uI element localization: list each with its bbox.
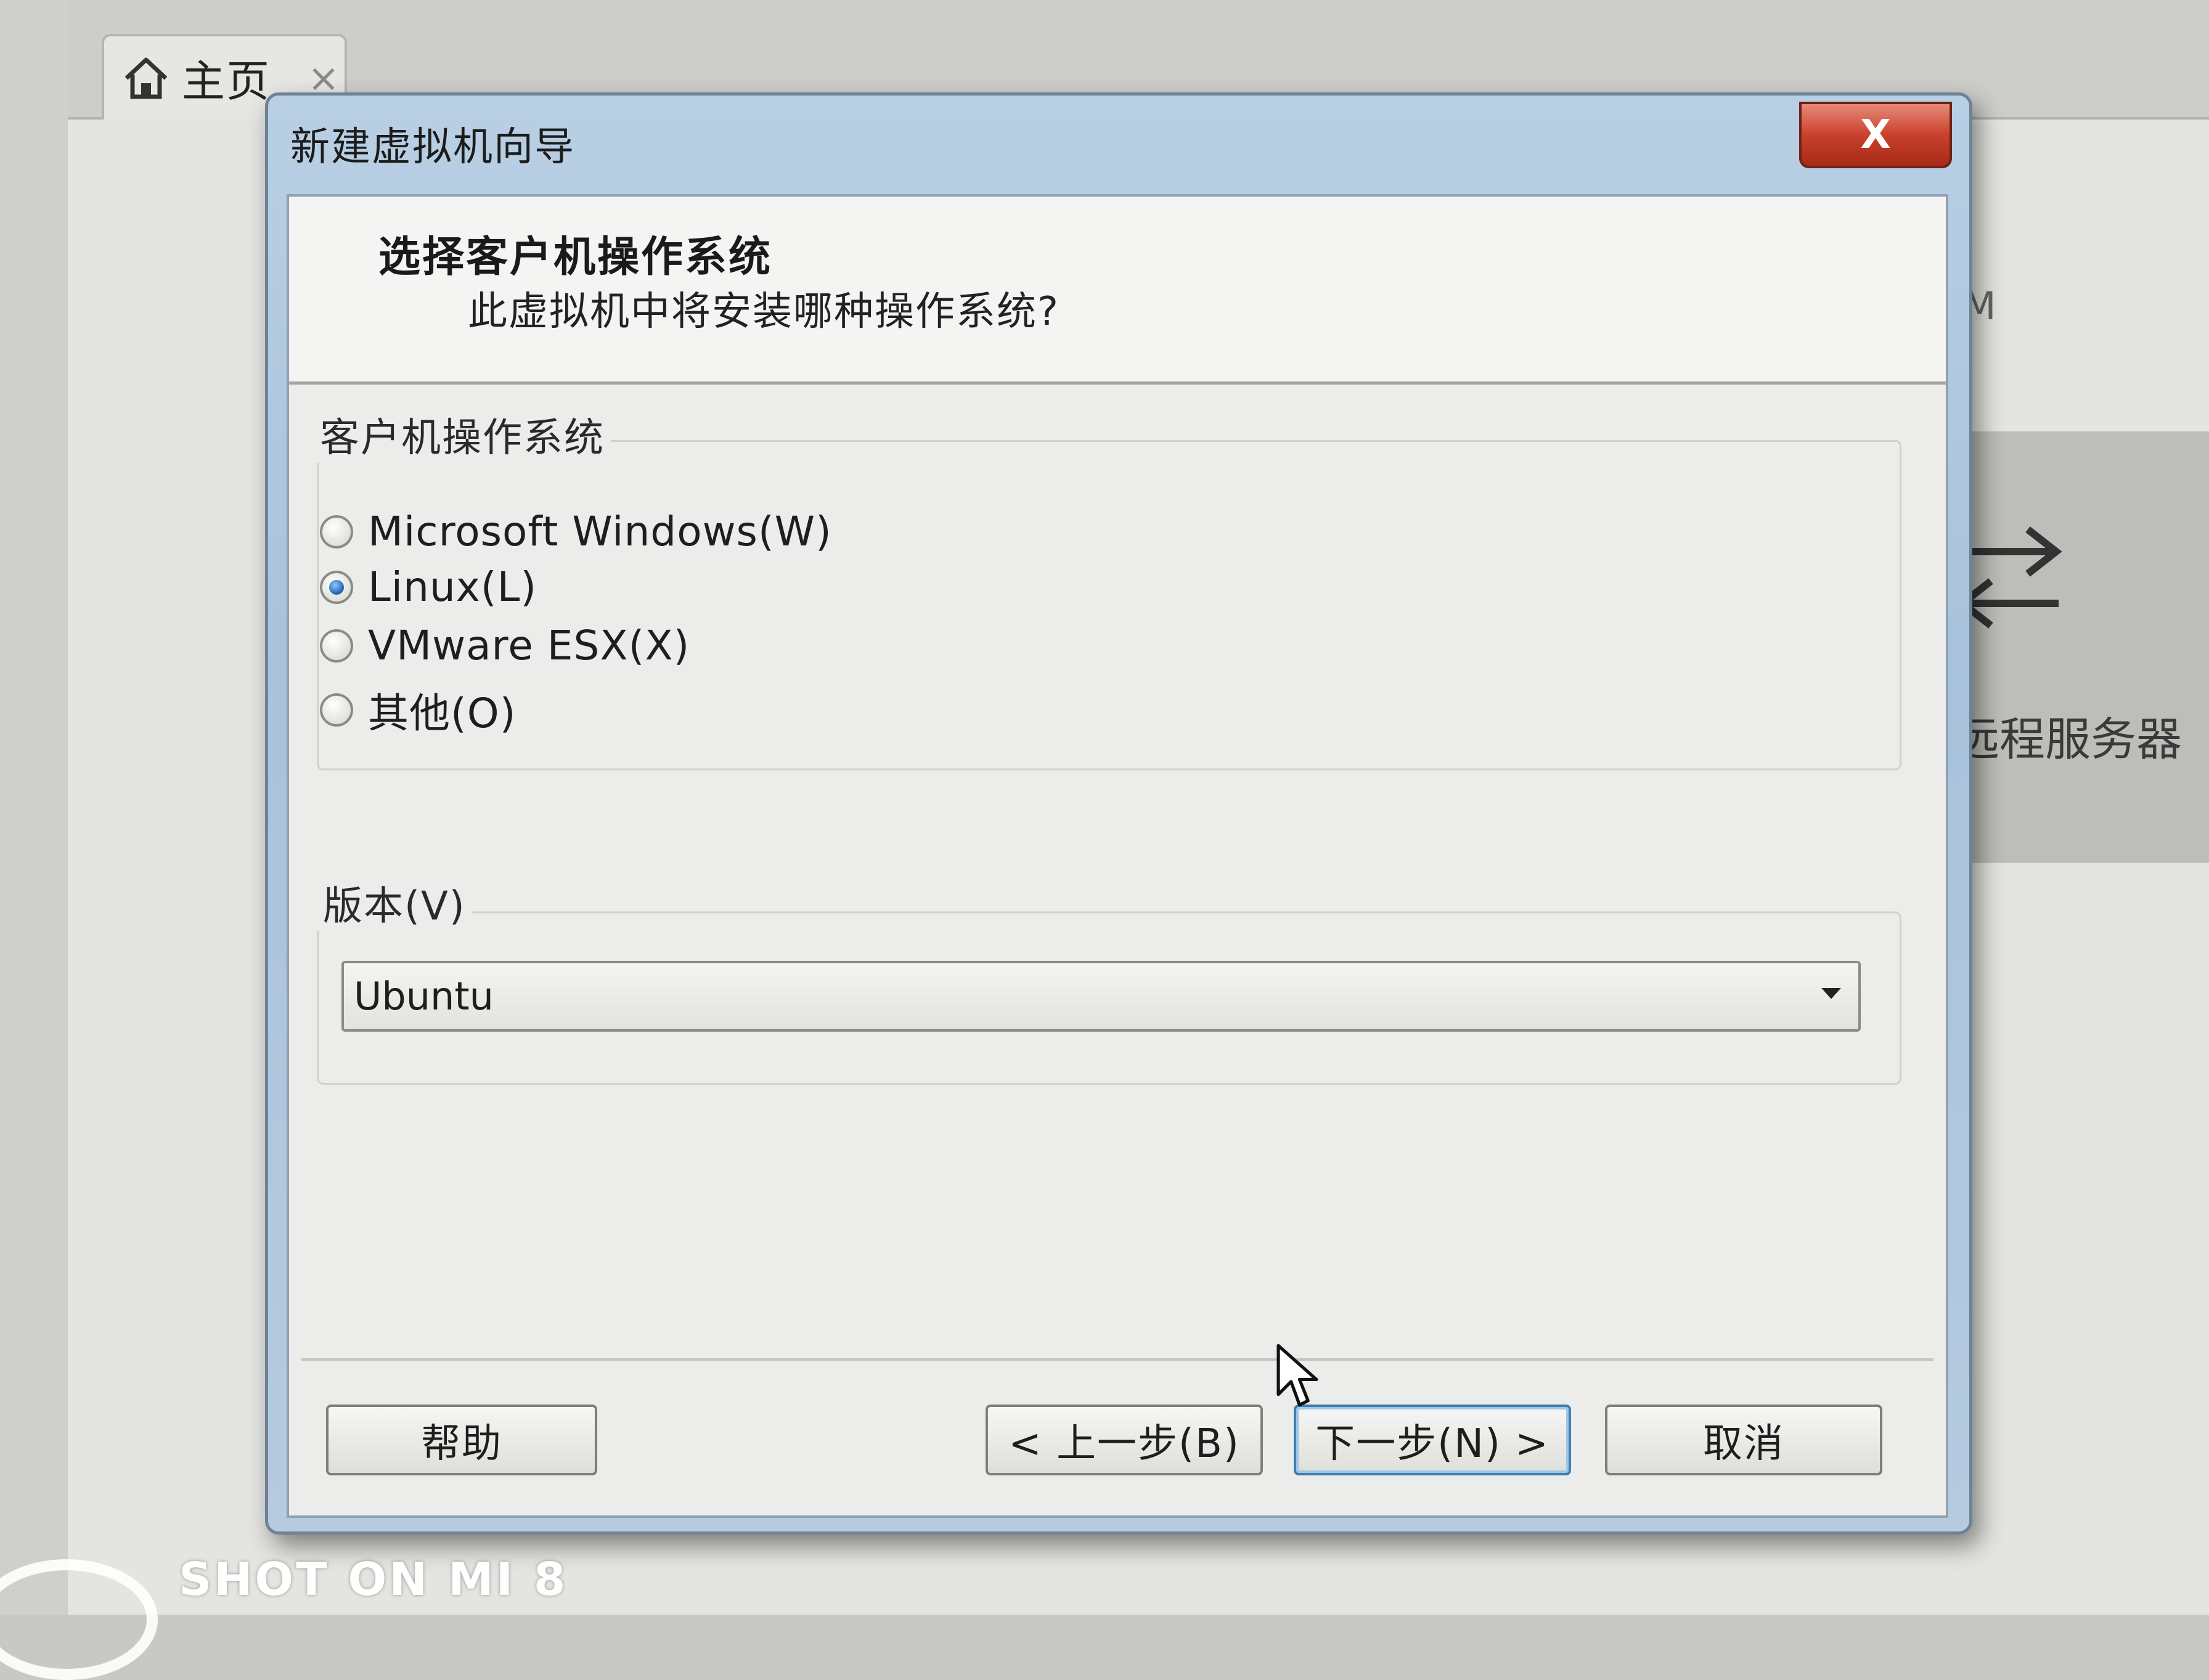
radio-button[interactable] [320, 515, 353, 548]
page-subtitle: 此虚拟机中将安装哪种操作系统? [468, 289, 1060, 335]
help-button[interactable]: 帮助 [326, 1405, 597, 1475]
back-button[interactable]: < 上一步(B) [986, 1405, 1263, 1475]
remote-server-label[interactable]: 远程服务器 [1954, 703, 2182, 769]
radio-option-other[interactable]: 其他(O) [320, 680, 516, 740]
home-icon [125, 57, 168, 99]
page-title: 选择客户机操作系统 [378, 233, 773, 282]
close-button[interactable]: X [1799, 102, 1952, 168]
radio-option-vmware-esx[interactable]: VMware ESX(X) [320, 622, 690, 669]
radio-label: Linux(L) [368, 563, 537, 611]
footer-divider [301, 1358, 1933, 1361]
dialog-title: 新建虚拟机向导 [290, 124, 575, 170]
wizard-header: 选择客户机操作系统 此虚拟机中将安装哪种操作系统? [289, 197, 1946, 385]
radio-label: Microsoft Windows(W) [368, 508, 832, 555]
home-tab-label: 主页 [182, 56, 271, 107]
next-button[interactable]: 下一步(N) > [1294, 1405, 1571, 1475]
version-dropdown[interactable]: Ubuntu [341, 961, 1861, 1032]
radio-option-windows[interactable]: Microsoft Windows(W) [320, 508, 832, 555]
photo-watermark: SHOT ON MI 8 [179, 1553, 568, 1606]
radio-button[interactable] [320, 629, 353, 663]
radio-option-linux[interactable]: Linux(L) [320, 563, 537, 611]
version-selected-value: Ubuntu [354, 974, 494, 1019]
chevron-down-icon[interactable] [1821, 988, 1841, 999]
radio-label: 其他(O) [368, 690, 517, 737]
dialog-body: 选择客户机操作系统 此虚拟机中将安装哪种操作系统? 客户机操作系统 Micros… [287, 194, 1948, 1518]
new-vm-wizard-dialog: 新建虚拟机向导 X 选择客户机操作系统 此虚拟机中将安装哪种操作系统? 客户机操… [265, 92, 1972, 1535]
radio-label: VMware ESX(X) [368, 622, 690, 669]
radio-button-selected[interactable] [320, 570, 353, 604]
radio-button[interactable] [320, 693, 353, 727]
cancel-button[interactable]: 取消 [1605, 1405, 1882, 1475]
guest-os-group [317, 440, 1901, 770]
left-sidebar-strip [0, 0, 70, 1615]
version-label: 版本(V) [317, 875, 472, 931]
mouse-cursor-icon [1276, 1344, 1318, 1407]
guest-os-group-label: 客户机操作系统 [314, 406, 611, 463]
